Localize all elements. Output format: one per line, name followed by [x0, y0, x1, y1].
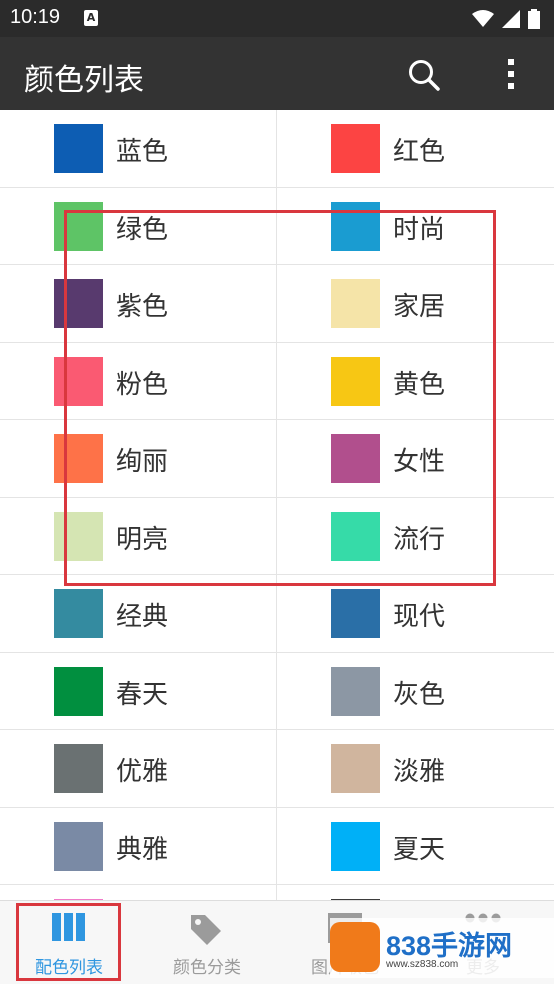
color-swatch — [331, 124, 380, 173]
search-button[interactable] — [406, 57, 442, 93]
color-cell[interactable]: 淡雅 — [277, 730, 554, 808]
color-swatch — [331, 356, 380, 406]
color-label: 流行 — [393, 524, 446, 555]
color-swatch — [331, 511, 380, 561]
color-swatch — [331, 279, 380, 328]
color-label: 明亮 — [116, 524, 169, 555]
color-label: 粉色 — [116, 369, 169, 400]
color-label: 绚丽 — [116, 447, 169, 477]
color-label: 灰色 — [393, 679, 446, 710]
nav-label-color-categories: 颜色分类 — [173, 958, 241, 978]
status-bar: 10:19 A — [0, 0, 554, 37]
nav-label-color-list: 配色列表 — [35, 958, 103, 978]
color-swatch — [331, 589, 380, 638]
color-label: 女性 — [393, 447, 446, 477]
nav-item-color-list[interactable]: 配色列表 — [0, 901, 138, 984]
color-swatch — [54, 821, 103, 871]
status-icons — [472, 8, 540, 30]
color-swatch — [54, 279, 103, 328]
columns-icon — [52, 913, 85, 941]
color-swatch — [331, 821, 380, 871]
color-grid: 蓝色 红色绿色 时尚紫色 家居粉色 黄色绚丽 女性明亮 流行经典 现代春天 灰色优雅 淡雅典雅 夏天 — [0, 110, 554, 900]
color-grid-inner: 蓝色 红色绿色 时尚紫色 家居粉色 黄色绚丽 女性明亮 流行经典 现代春天 灰色优雅 淡雅典雅 夏天 — [0, 110, 554, 900]
color-cell[interactable]: 红色 — [277, 110, 554, 188]
color-swatch — [54, 589, 103, 638]
color-label: 黄色 — [393, 369, 446, 400]
color-label: 春天 — [116, 679, 169, 710]
color-label: 红色 — [393, 137, 446, 167]
color-label: 绿色 — [116, 214, 169, 245]
color-swatch — [54, 744, 103, 793]
app-bar: 颜色列表 — [0, 37, 554, 110]
color-label: 紫色 — [116, 292, 169, 322]
nav-item-color-categories[interactable]: 颜色分类 — [138, 901, 276, 984]
color-swatch — [331, 434, 380, 483]
color-label: 蓝色 — [116, 137, 169, 167]
color-label: 淡雅 — [393, 757, 446, 787]
color-swatch — [54, 356, 103, 406]
color-cell[interactable]: 明亮 — [0, 497, 277, 575]
search-icon — [409, 60, 440, 91]
color-cell[interactable]: 紫色 — [0, 265, 277, 343]
color-cell[interactable]: 家居 — [277, 265, 554, 343]
color-cell[interactable]: 现代 — [277, 575, 554, 653]
notification-icon: A — [84, 10, 98, 26]
color-label: 优雅 — [116, 757, 169, 787]
more-vert-icon — [508, 59, 514, 89]
status-time: 10:19 — [10, 6, 61, 28]
color-label: 经典 — [116, 602, 169, 632]
color-swatch — [54, 666, 103, 716]
color-cell[interactable]: 经典 — [0, 575, 277, 653]
color-swatch — [54, 434, 103, 483]
watermark-url: www.sz838.com — [386, 959, 459, 970]
watermark: 838手游网 www.sz838.com — [330, 918, 554, 978]
overflow-menu-button[interactable] — [496, 55, 526, 93]
color-cell[interactable]: 绿色 — [0, 187, 277, 265]
color-cell[interactable]: 黄色 — [277, 342, 554, 420]
color-label: 现代 — [393, 602, 446, 632]
color-cell[interactable]: 时尚 — [277, 187, 554, 265]
color-label: 时尚 — [393, 214, 446, 245]
color-cell[interactable] — [277, 885, 554, 900]
color-cell[interactable]: 灰色 — [277, 652, 554, 730]
wifi-icon — [472, 10, 494, 27]
color-swatch — [331, 201, 380, 251]
color-cell[interactable]: 优雅 — [0, 730, 277, 808]
color-cell[interactable]: 粉色 — [0, 342, 277, 420]
color-label: 典雅 — [116, 834, 169, 865]
color-swatch — [54, 201, 103, 251]
color-cell[interactable]: 夏天 — [277, 807, 554, 885]
color-swatch — [331, 666, 380, 716]
color-cell[interactable] — [0, 885, 277, 900]
watermark-logo-icon — [330, 922, 380, 972]
color-cell[interactable]: 女性 — [277, 420, 554, 498]
color-cell[interactable]: 绚丽 — [0, 420, 277, 498]
cell-signal-icon — [502, 10, 520, 28]
color-cell[interactable]: 春天 — [0, 652, 277, 730]
color-swatch — [54, 511, 103, 561]
page-title: 颜色列表 — [24, 63, 144, 98]
color-swatch — [54, 124, 103, 173]
watermark-brand: 838手游网 — [386, 931, 513, 961]
color-label: 夏天 — [393, 834, 446, 865]
battery-icon — [528, 9, 540, 29]
color-label: 家居 — [393, 292, 446, 322]
color-swatch — [331, 744, 380, 793]
tags-icon — [191, 915, 221, 945]
color-cell[interactable]: 典雅 — [0, 807, 277, 885]
color-cell[interactable]: 流行 — [277, 497, 554, 575]
color-cell[interactable]: 蓝色 — [0, 110, 277, 188]
